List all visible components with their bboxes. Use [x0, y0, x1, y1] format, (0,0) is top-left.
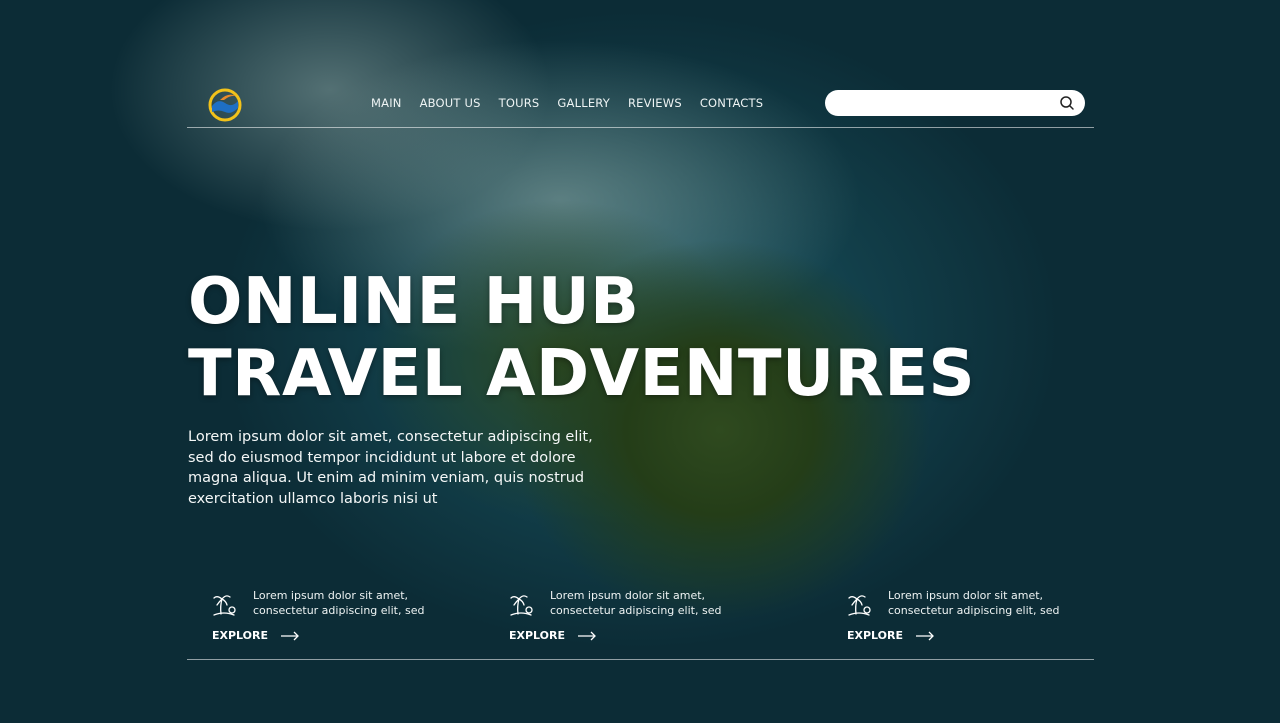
- nav-item-tours[interactable]: TOURS: [499, 96, 540, 110]
- nav-item-contacts[interactable]: CONTACTS: [700, 96, 763, 110]
- hero-description: Lorem ipsum dolor sit amet, consectetur …: [188, 429, 593, 507]
- island-palm-icon: [213, 595, 236, 616]
- header-divider: [187, 127, 1094, 128]
- hero-title-line-1: ONLINE HUB: [188, 265, 640, 339]
- explore-link[interactable]: EXPLORE: [212, 629, 300, 642]
- search-bar: [825, 90, 1085, 116]
- hero-title-line-2: TRAVEL ADVENTURES: [188, 337, 976, 411]
- page-root: MAIN ABOUT US TOURS GALLERY REVIEWS CONT…: [0, 0, 1280, 723]
- nav-item-main[interactable]: MAIN: [371, 96, 402, 110]
- main-nav: MAIN ABOUT US TOURS GALLERY REVIEWS CONT…: [371, 96, 763, 110]
- arrow-right-icon: [916, 631, 934, 640]
- explore-label: EXPLORE: [212, 629, 269, 642]
- nav-item-about-us[interactable]: ABOUT US: [420, 96, 481, 110]
- explore-label: EXPLORE: [509, 629, 566, 642]
- island-palm-icon: [848, 595, 871, 616]
- search-input[interactable]: [839, 95, 1053, 113]
- explore-link[interactable]: EXPLORE: [509, 629, 597, 642]
- arrow-right-icon: [578, 631, 596, 640]
- island-palm-icon: [510, 595, 533, 616]
- hero-title: ONLINE HUB TRAVEL ADVENTURES: [188, 266, 975, 410]
- feature-text: Lorem ipsum dolor sit amet, consectetur …: [253, 589, 425, 617]
- search-icon[interactable]: [1059, 95, 1075, 111]
- nav-item-gallery[interactable]: GALLERY: [557, 96, 610, 110]
- explore-label: EXPLORE: [847, 629, 904, 642]
- feature-text: Lorem ipsum dolor sit amet, consectetur …: [550, 589, 722, 617]
- explore-link[interactable]: EXPLORE: [847, 629, 935, 642]
- arrow-right-icon: [281, 631, 299, 640]
- footer-divider: [187, 659, 1094, 660]
- logo-icon[interactable]: [206, 86, 244, 122]
- feature-text: Lorem ipsum dolor sit amet, consectetur …: [888, 589, 1060, 617]
- nav-item-reviews[interactable]: REVIEWS: [628, 96, 682, 110]
